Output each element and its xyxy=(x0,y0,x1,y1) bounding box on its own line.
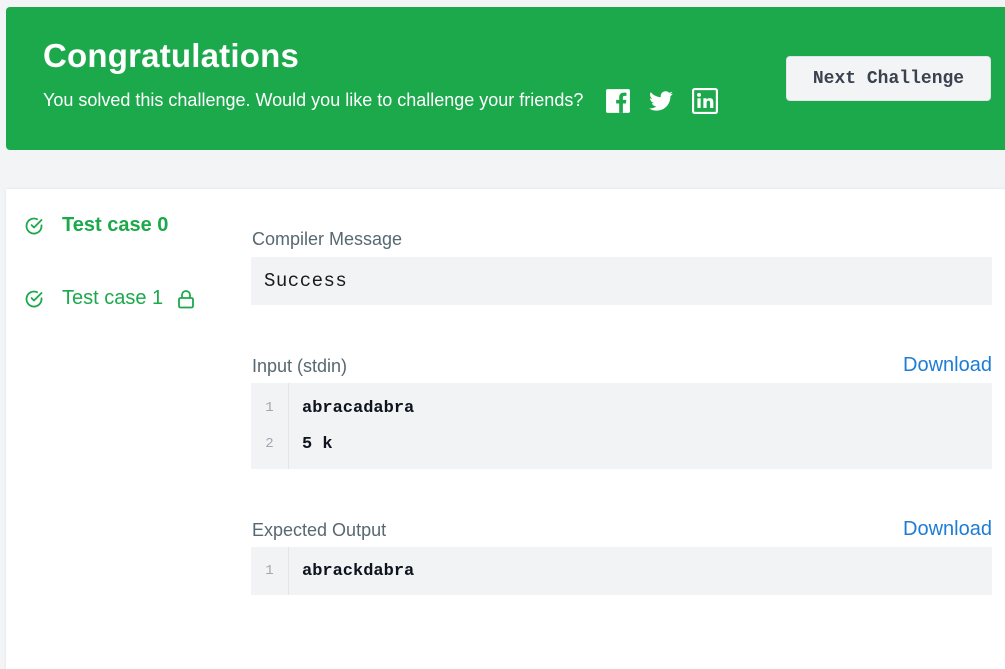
compiler-message-label: Compiler Message xyxy=(252,229,403,249)
compiler-message-box: Success xyxy=(251,257,992,305)
lock-icon xyxy=(177,289,195,309)
line-number: 1 xyxy=(265,563,274,579)
test-case-label: Test case 0 xyxy=(62,214,169,236)
test-case-0-tab[interactable]: Test case 0 xyxy=(24,214,168,237)
line-text: 5 k xyxy=(302,434,333,454)
input-code-block: 1 abracadabra 2 5 k xyxy=(251,383,992,469)
code-line: 1 abracadabra xyxy=(251,398,414,418)
expected-download-link[interactable]: Download xyxy=(903,518,992,541)
code-line: 1 abrackdabra xyxy=(251,561,414,581)
expected-output-code-block: 1 abrackdabra xyxy=(251,547,992,595)
check-circle-icon xyxy=(24,216,44,236)
linkedin-icon[interactable] xyxy=(692,88,718,114)
banner-title: Congratulations xyxy=(43,37,299,74)
check-circle-icon xyxy=(24,289,44,309)
line-number: 1 xyxy=(265,400,274,416)
line-number-gutter xyxy=(251,383,289,469)
twitter-icon[interactable] xyxy=(648,88,674,114)
code-line: 2 5 k xyxy=(251,434,333,454)
test-case-1-tab[interactable]: Test case 1 xyxy=(24,287,195,310)
facebook-icon[interactable] xyxy=(605,88,631,114)
line-number: 2 xyxy=(265,436,274,452)
expected-output-label: Expected Output xyxy=(252,520,387,540)
results-panel: Test case 0 Test case 1 Compiler Message… xyxy=(6,189,1005,669)
test-case-label: Test case 1 xyxy=(62,287,164,309)
input-label: Input (stdin) xyxy=(252,356,348,376)
banner-subtitle: You solved this challenge. Would you lik… xyxy=(43,90,584,110)
line-text: abracadabra xyxy=(302,398,415,418)
input-download-link[interactable]: Download xyxy=(903,354,992,377)
line-text: abrackdabra xyxy=(302,561,415,581)
next-challenge-button[interactable]: Next Challenge xyxy=(786,56,991,101)
success-banner: Congratulations You solved this challeng… xyxy=(6,7,1005,150)
